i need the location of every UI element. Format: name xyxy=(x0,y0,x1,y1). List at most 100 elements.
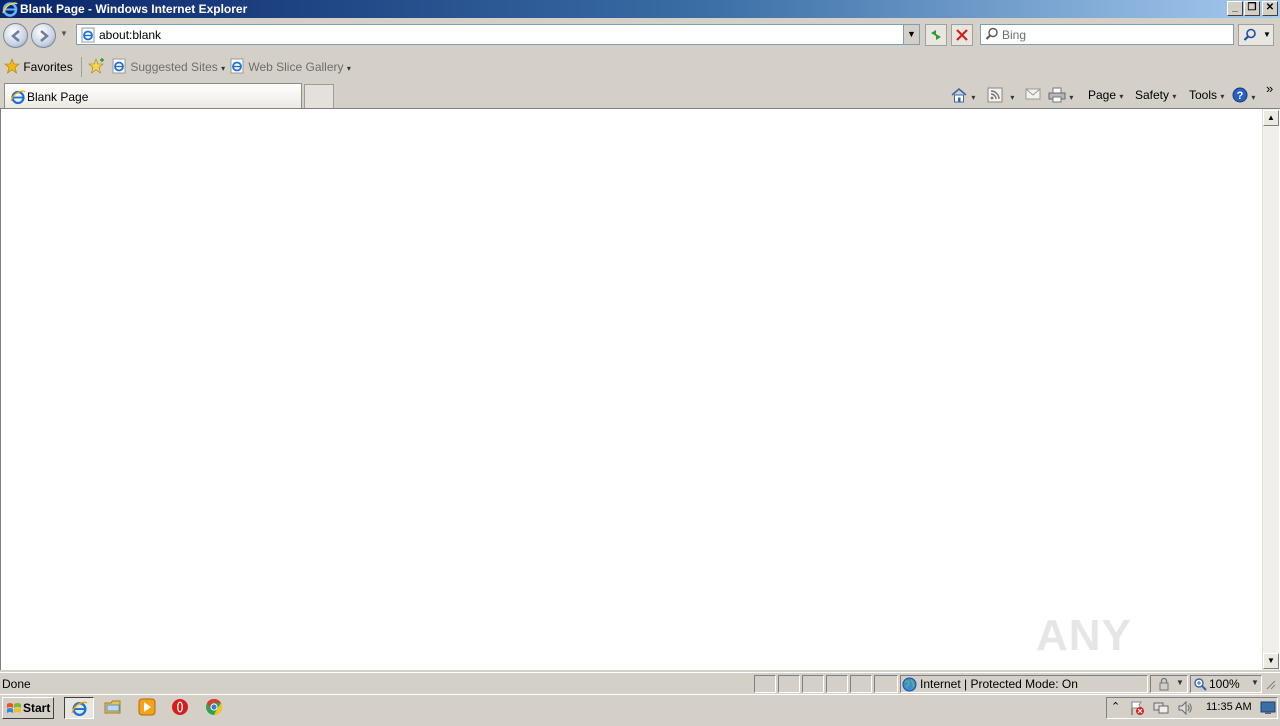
globe-icon xyxy=(902,677,917,692)
forward-button[interactable] xyxy=(31,23,56,48)
ie-page-icon xyxy=(230,58,244,74)
chevron-down-icon: ▾ xyxy=(1220,92,1225,101)
chevron-down-icon: ▾ xyxy=(221,64,226,73)
windows-flag-icon xyxy=(7,703,21,713)
address-bar[interactable]: about:blank ▼ xyxy=(76,24,920,45)
network-icon[interactable] xyxy=(1153,700,1169,716)
window-title: Blank Page - Windows Internet Explorer xyxy=(20,2,248,16)
search-box[interactable]: Bing xyxy=(980,24,1234,45)
home-button[interactable]: ▾ xyxy=(950,87,975,103)
help-button[interactable]: ? ▾ xyxy=(1232,87,1255,103)
vertical-scrollbar[interactable]: ▲ ▼ xyxy=(1262,109,1279,670)
status-pane xyxy=(754,675,776,693)
chevron-down-icon: ▼ xyxy=(1176,678,1184,687)
action-center-flag-icon[interactable] xyxy=(1129,700,1145,716)
refresh-button[interactable] xyxy=(925,24,947,46)
page-menu-button[interactable]: Page ▾ xyxy=(1088,87,1123,103)
folder-icon xyxy=(104,700,121,714)
ie-page-icon xyxy=(112,58,126,74)
taskbar-opera[interactable] xyxy=(171,698,191,718)
start-button[interactable]: Start xyxy=(2,697,54,719)
show-desktop-icon[interactable] xyxy=(1260,701,1276,715)
feeds-button[interactable]: ▾ xyxy=(987,87,1014,103)
taskbar-media-player[interactable] xyxy=(138,698,158,718)
taskbar-internet-explorer[interactable] xyxy=(64,697,94,719)
chevron-down-icon: ▾ xyxy=(1172,92,1177,101)
safety-menu-button[interactable]: Safety ▾ xyxy=(1135,87,1176,103)
zone-text: Internet | Protected Mode: On xyxy=(920,677,1078,691)
help-icon: ? xyxy=(1232,87,1248,103)
address-dropdown-button[interactable]: ▼ xyxy=(903,25,919,44)
print-button[interactable]: ▾ xyxy=(1048,87,1073,103)
tools-menu-button[interactable]: Tools ▾ xyxy=(1189,87,1224,103)
lock-icon xyxy=(1159,677,1169,691)
read-mail-button[interactable] xyxy=(1025,87,1041,103)
search-input[interactable]: Bing xyxy=(1002,28,1026,42)
printer-icon xyxy=(1048,87,1066,103)
taskbar-chrome[interactable] xyxy=(205,698,225,718)
speaker-icon[interactable] xyxy=(1177,700,1193,716)
stop-button[interactable] xyxy=(951,24,973,46)
status-pane xyxy=(850,675,872,693)
back-button[interactable] xyxy=(3,23,28,48)
page-ie-icon xyxy=(81,27,95,43)
status-pane xyxy=(826,675,848,693)
security-zone-pane[interactable]: Internet | Protected Mode: On xyxy=(900,675,1148,693)
ie-logo-icon xyxy=(10,90,26,105)
suggested-sites-label: Suggested Sites xyxy=(130,60,218,74)
add-favorite-icon xyxy=(88,58,104,74)
chevron-down-icon: ▼ xyxy=(1251,678,1259,687)
search-go-icon xyxy=(1243,28,1256,41)
zoom-button[interactable]: 100% ▼ xyxy=(1190,675,1262,693)
mail-icon xyxy=(1025,88,1041,100)
title-bar[interactable]: Blank Page - Windows Internet Explorer _… xyxy=(0,0,1280,18)
suggested-sites-button[interactable]: Suggested Sites ▾ xyxy=(111,58,225,76)
favorites-button[interactable]: Favorites xyxy=(4,58,73,76)
resize-grip-icon xyxy=(1266,680,1276,690)
page-menu-label: Page xyxy=(1088,88,1117,102)
back-arrow-icon xyxy=(11,30,20,42)
chevron-down-icon: ▾ xyxy=(346,64,351,73)
rss-icon xyxy=(987,87,1003,103)
separator xyxy=(81,57,82,77)
watermark-logo: ANY RUN xyxy=(1036,611,1133,720)
star-icon xyxy=(4,58,20,74)
start-label: Start xyxy=(23,701,51,715)
scroll-up-button[interactable]: ▲ xyxy=(1263,110,1279,126)
taskbar-explorer[interactable] xyxy=(104,698,124,718)
opera-icon xyxy=(172,699,188,715)
page-content[interactable] xyxy=(0,108,1280,670)
tab-blank-page[interactable]: Blank Page xyxy=(4,83,302,109)
stop-icon xyxy=(956,29,968,41)
scroll-down-button[interactable]: ▼ xyxy=(1263,653,1279,669)
chevron-down-icon: ▾ xyxy=(1069,93,1074,102)
minimize-button[interactable]: _ xyxy=(1227,1,1243,16)
refresh-icon xyxy=(931,30,941,40)
address-input[interactable]: about:blank xyxy=(99,28,161,42)
web-slice-gallery-button[interactable]: Web Slice Gallery ▾ xyxy=(229,58,351,76)
zoom-magnifier-icon xyxy=(1194,678,1207,691)
protected-mode-button[interactable]: ▼ xyxy=(1150,675,1188,693)
new-tab-button[interactable] xyxy=(304,84,334,109)
status-text: Done xyxy=(2,677,31,691)
favorites-bar: Favorites Suggested Sites ▾ Web Slice Ga… xyxy=(0,53,1280,81)
search-options-dropdown[interactable]: ▼ xyxy=(1263,30,1271,39)
forward-arrow-icon xyxy=(40,30,49,42)
clock: 11:35 AM xyxy=(1206,701,1252,713)
status-bar: Done Internet | Protected Mode: On ▼ 100… xyxy=(0,672,1280,694)
chevron-down-icon: ▾ xyxy=(971,93,976,102)
command-bar-overflow-button[interactable]: » xyxy=(1266,81,1273,97)
taskbar: Start ⌃ 11:35 AM xyxy=(0,694,1280,720)
close-button[interactable]: ✕ xyxy=(1262,1,1278,16)
search-button[interactable]: ▼ xyxy=(1238,24,1274,46)
resize-grip[interactable] xyxy=(1266,679,1276,690)
favorites-label: Favorites xyxy=(23,60,73,74)
restore-button[interactable]: ❐ xyxy=(1244,1,1260,16)
add-to-favorites-bar-button[interactable] xyxy=(87,58,105,76)
recent-pages-dropdown[interactable]: ▼ xyxy=(60,29,68,38)
ie-logo-icon xyxy=(71,701,88,717)
show-hidden-icons-button[interactable]: ⌃ xyxy=(1111,700,1120,713)
zoom-level: 100% xyxy=(1209,677,1240,691)
magnifier-icon xyxy=(985,27,998,40)
web-slice-gallery-label: Web Slice Gallery xyxy=(248,60,344,74)
